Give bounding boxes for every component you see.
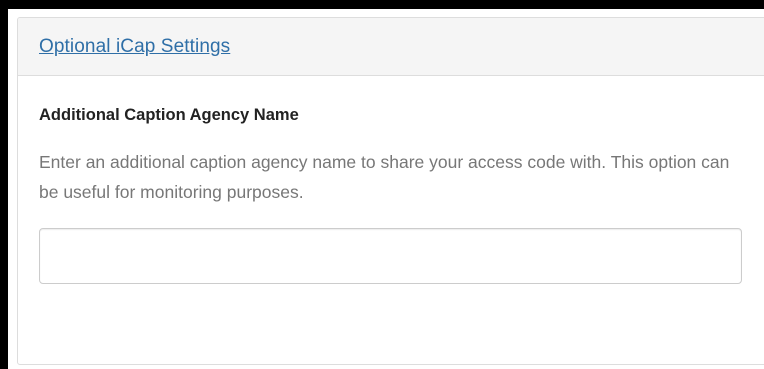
caption-agency-help-text: Enter an additional caption agency name … — [39, 152, 730, 202]
window-edge-left — [0, 0, 8, 369]
panel-heading[interactable]: Optional iCap Settings — [18, 18, 764, 76]
window-edge-top — [0, 0, 764, 9]
optional-icap-settings-panel: Optional iCap Settings Additional Captio… — [17, 17, 764, 365]
screenshot-frame: Optional iCap Settings Additional Captio… — [0, 0, 764, 369]
panel-body: Additional Caption Agency Name Enter an … — [18, 76, 764, 284]
caption-agency-name-label: Additional Caption Agency Name — [39, 106, 299, 124]
panel-viewport: Optional iCap Settings Additional Captio… — [0, 0, 764, 369]
caption-agency-name-input[interactable] — [39, 228, 742, 284]
panel-title-link[interactable]: Optional iCap Settings — [39, 36, 230, 58]
